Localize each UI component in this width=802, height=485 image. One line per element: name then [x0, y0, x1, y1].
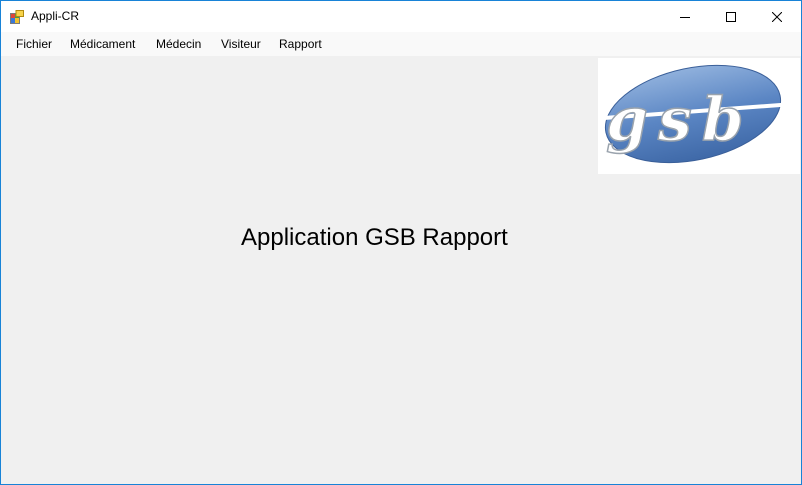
application-title-label: Application GSB Rapport: [241, 224, 508, 251]
gsb-logo: gsb: [603, 64, 795, 164]
title-bar[interactable]: Appli-CR: [1, 1, 801, 32]
minimize-icon: [680, 16, 690, 18]
minimize-button[interactable]: [662, 1, 708, 32]
menu-medecin[interactable]: Médecin: [156, 32, 201, 56]
main-area: gsb Application GSB Rapport: [1, 56, 801, 484]
gsb-logo-picture: gsb: [598, 58, 800, 174]
menu-rapport[interactable]: Rapport: [279, 32, 322, 56]
app-window: Appli-CR Fichier Médicament Médecin Visi…: [0, 0, 802, 485]
svg-text:gsb: gsb: [606, 85, 754, 155]
windows-forms-app-icon: [10, 10, 24, 24]
close-button[interactable]: [754, 1, 800, 32]
window-title: Appli-CR: [31, 9, 80, 23]
close-icon: [772, 11, 782, 22]
maximize-button[interactable]: [708, 1, 754, 32]
menu-visiteur[interactable]: Visiteur: [221, 32, 261, 56]
menu-medicament[interactable]: Médicament: [70, 32, 135, 56]
maximize-icon: [726, 11, 736, 22]
menu-fichier[interactable]: Fichier: [16, 32, 52, 56]
menu-bar: Fichier Médicament Médecin Visiteur Rapp…: [1, 32, 801, 56]
